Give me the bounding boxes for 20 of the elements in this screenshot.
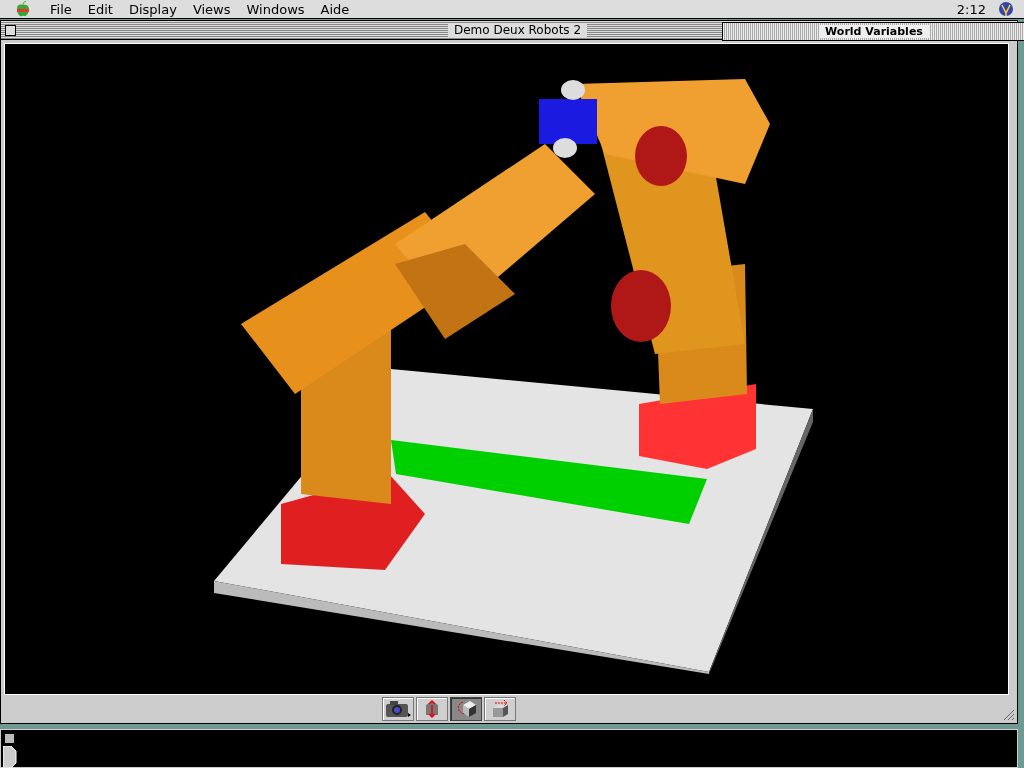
close-box[interactable]: [4, 733, 15, 745]
menu-item[interactable]: Aide: [312, 1, 358, 17]
camera-icon: [385, 700, 411, 719]
menu-clock: 2:12: [956, 1, 986, 17]
window-title: Demo Deux Robots 2: [447, 23, 588, 38]
cube-rotate-icon: [455, 699, 477, 720]
toolbar-button[interactable]: [382, 697, 414, 722]
resize-grip-icon[interactable]: [1001, 707, 1015, 722]
apple-logo-icon[interactable]: [16, 1, 30, 18]
menu-item[interactable]: Display: [120, 1, 185, 17]
menu-item[interactable]: Windows: [238, 1, 313, 17]
menu-item[interactable]: Views: [184, 1, 239, 17]
toolbar-button[interactable]: [450, 697, 482, 722]
window-title: World Variables: [819, 25, 929, 38]
toolbar-button[interactable]: [484, 697, 516, 722]
close-box[interactable]: [5, 24, 16, 36]
menu-item[interactable]: Edit: [79, 1, 121, 17]
menu-item[interactable]: File: [42, 1, 80, 17]
drawer-tab-icon[interactable]: [3, 746, 17, 768]
globe-icon[interactable]: [998, 1, 1014, 18]
